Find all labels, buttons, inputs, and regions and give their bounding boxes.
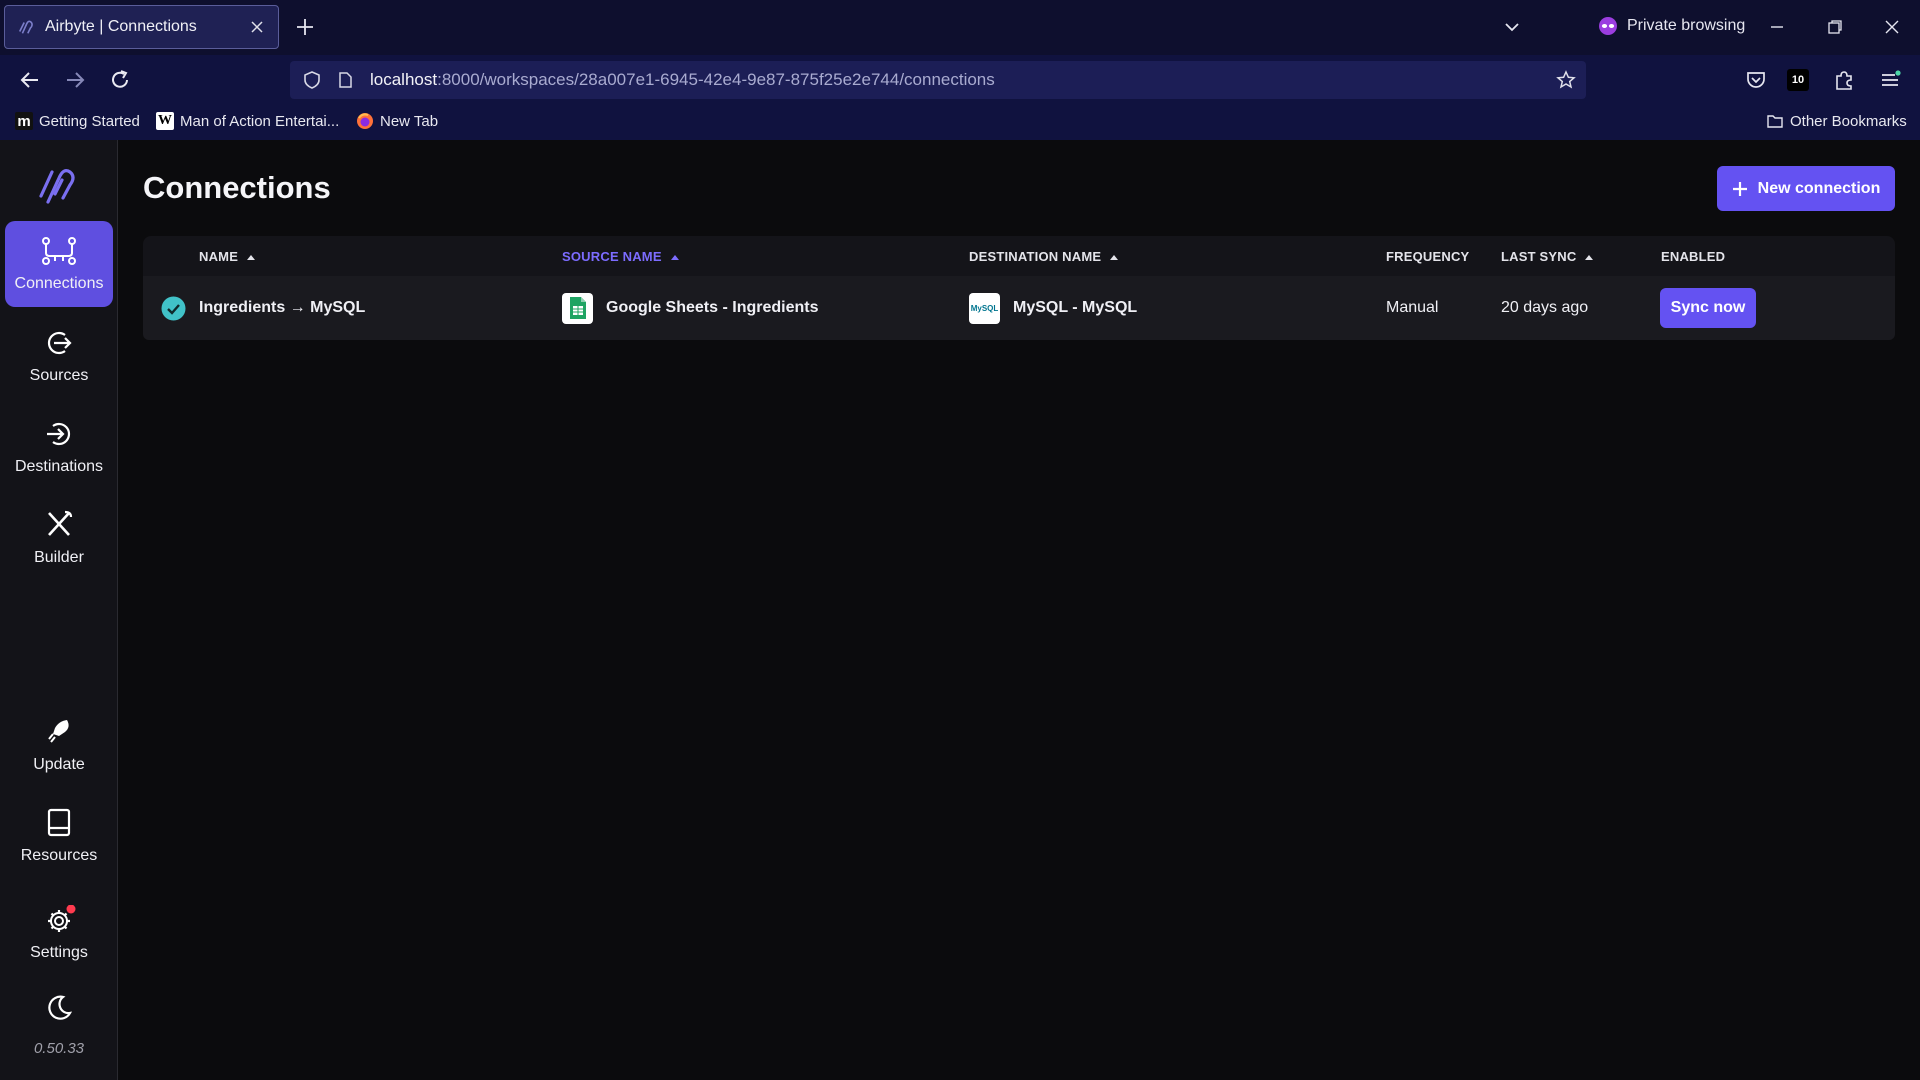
table-header: NAME SOURCE NAME DESTINATION NAME FREQUE… — [143, 236, 1895, 276]
browser-chrome: Airbyte | Connections Private browsing l… — [0, 0, 1920, 140]
connection-name[interactable]: Ingredients → MySQL — [199, 276, 365, 340]
connections-icon — [42, 236, 76, 265]
table-row[interactable]: Ingredients → MySQL Google Sheets - Ingr… — [143, 276, 1895, 340]
sidebar-item-label: Connections — [14, 274, 104, 292]
shield-icon[interactable] — [302, 70, 322, 90]
tab-bar: Airbyte | Connections Private browsing — [0, 0, 1920, 55]
sidebar: Connections Sources Destinations Builder — [0, 140, 118, 1080]
version-label: 0.50.33 — [33, 1040, 85, 1057]
page-info-icon[interactable] — [336, 71, 354, 89]
bookmark-man-of-action[interactable]: W Man of Action Entertai... — [156, 112, 339, 130]
last-sync-value: 20 days ago — [1501, 299, 1589, 316]
sidebar-item-label: Destinations — [14, 457, 104, 475]
wikipedia-icon: W — [156, 112, 174, 130]
moon-icon[interactable] — [44, 993, 74, 1023]
page-title: Connections — [143, 170, 331, 205]
sort-up-icon — [1585, 254, 1594, 260]
column-header-destination[interactable]: DESTINATION NAME — [969, 249, 1119, 264]
status-success-icon — [161, 296, 186, 321]
rocket-icon — [48, 719, 69, 743]
book-icon — [47, 808, 71, 836]
source-name-cell[interactable]: Google Sheets - Ingredients — [562, 276, 818, 340]
sidebar-item-label: Settings — [30, 943, 88, 961]
bookmark-getting-started[interactable]: m Getting Started — [15, 112, 140, 130]
mysql-logo-icon: MySQL — [969, 292, 1000, 324]
connections-table: NAME SOURCE NAME DESTINATION NAME FREQUE… — [143, 236, 1895, 481]
m-logo-icon: m — [15, 112, 33, 130]
destination-name-cell[interactable]: MySQL MySQL - MySQL — [969, 276, 1137, 340]
private-mask-icon — [1599, 17, 1617, 35]
sidebar-item-label: Sources — [29, 366, 89, 384]
bookmarks-toolbar: m Getting Started W Man of Action Entert… — [0, 105, 1920, 140]
minimize-icon[interactable] — [1766, 16, 1788, 38]
column-header-name[interactable]: NAME — [199, 249, 256, 264]
pocket-icon[interactable] — [1744, 68, 1768, 92]
airbyte-app: Connections Sources Destinations Builder — [0, 140, 1920, 1080]
destinations-icon — [47, 422, 71, 445]
main-content: Connections New connection NAME SOURCE N… — [143, 140, 1895, 1080]
column-header-source[interactable]: SOURCE NAME — [562, 249, 680, 264]
sources-icon — [47, 331, 72, 354]
other-bookmarks[interactable]: Other Bookmarks — [1766, 112, 1907, 130]
url-host: localhost — [370, 70, 438, 89]
sidebar-item-label: Resources — [20, 846, 98, 864]
bookmark-star-icon[interactable] — [1556, 70, 1576, 90]
new-tab-icon[interactable] — [294, 16, 316, 38]
sync-now-button[interactable]: Sync now — [1660, 288, 1756, 328]
forward-arrow-icon[interactable] — [62, 67, 88, 93]
firefox-icon — [357, 113, 373, 129]
private-browsing-label: Private browsing — [1627, 17, 1746, 34]
close-tab-icon[interactable] — [248, 18, 266, 36]
sidebar-item-resources[interactable]: Resources — [5, 793, 113, 879]
bookmark-new-tab[interactable]: New Tab — [356, 112, 438, 130]
browser-tab[interactable]: Airbyte | Connections — [4, 5, 279, 49]
sidebar-item-sources[interactable]: Sources — [5, 313, 113, 399]
extension-badge-icon[interactable]: 10 — [1787, 69, 1809, 91]
sort-up-icon — [1110, 254, 1119, 260]
address-bar[interactable]: localhost:8000/workspaces/28a007e1-6945-… — [290, 61, 1586, 99]
sidebar-item-label: Update — [33, 755, 85, 773]
builder-icon — [48, 510, 73, 536]
back-arrow-icon[interactable] — [17, 67, 43, 93]
close-window-icon[interactable] — [1881, 16, 1903, 38]
extensions-puzzle-icon[interactable] — [1832, 68, 1856, 92]
menu-icon[interactable] — [1878, 68, 1902, 92]
destination-name: MySQL - MySQL — [1013, 299, 1138, 316]
airbyte-favicon-icon — [18, 20, 33, 34]
sidebar-item-destinations[interactable]: Destinations — [5, 404, 113, 490]
frequency-value: Manual — [1386, 299, 1439, 316]
sidebar-item-label: Builder — [34, 548, 84, 566]
column-header-enabled: ENABLED — [1661, 249, 1726, 264]
sort-up-icon — [670, 254, 679, 260]
sidebar-item-builder[interactable]: Builder — [5, 495, 113, 581]
folder-icon — [1767, 115, 1783, 128]
new-connection-button[interactable]: New connection — [1717, 166, 1895, 211]
tab-title: Airbyte | Connections — [45, 18, 197, 35]
airbyte-logo-icon[interactable] — [36, 164, 80, 208]
source-name: Google Sheets - Ingredients — [606, 299, 819, 316]
column-header-frequency: FREQUENCY — [1386, 249, 1470, 264]
reload-icon[interactable] — [107, 67, 133, 93]
sidebar-item-connections[interactable]: Connections — [5, 221, 113, 307]
sort-up-icon — [247, 254, 256, 260]
url-path: :8000/workspaces/28a007e1-6945-42e4-9e87… — [437, 70, 995, 89]
private-browsing-indicator: Private browsing — [1598, 16, 1745, 36]
google-sheets-icon — [562, 292, 593, 324]
chevron-down-icon[interactable] — [1502, 17, 1522, 37]
sidebar-item-settings[interactable]: Settings — [5, 890, 113, 976]
restore-icon[interactable] — [1824, 16, 1846, 38]
column-header-last-sync[interactable]: LAST SYNC — [1501, 249, 1594, 264]
navigation-bar: localhost:8000/workspaces/28a007e1-6945-… — [0, 55, 1920, 105]
sidebar-item-update[interactable]: Update — [5, 702, 113, 788]
gear-icon — [48, 904, 76, 932]
plus-icon — [1732, 181, 1747, 196]
